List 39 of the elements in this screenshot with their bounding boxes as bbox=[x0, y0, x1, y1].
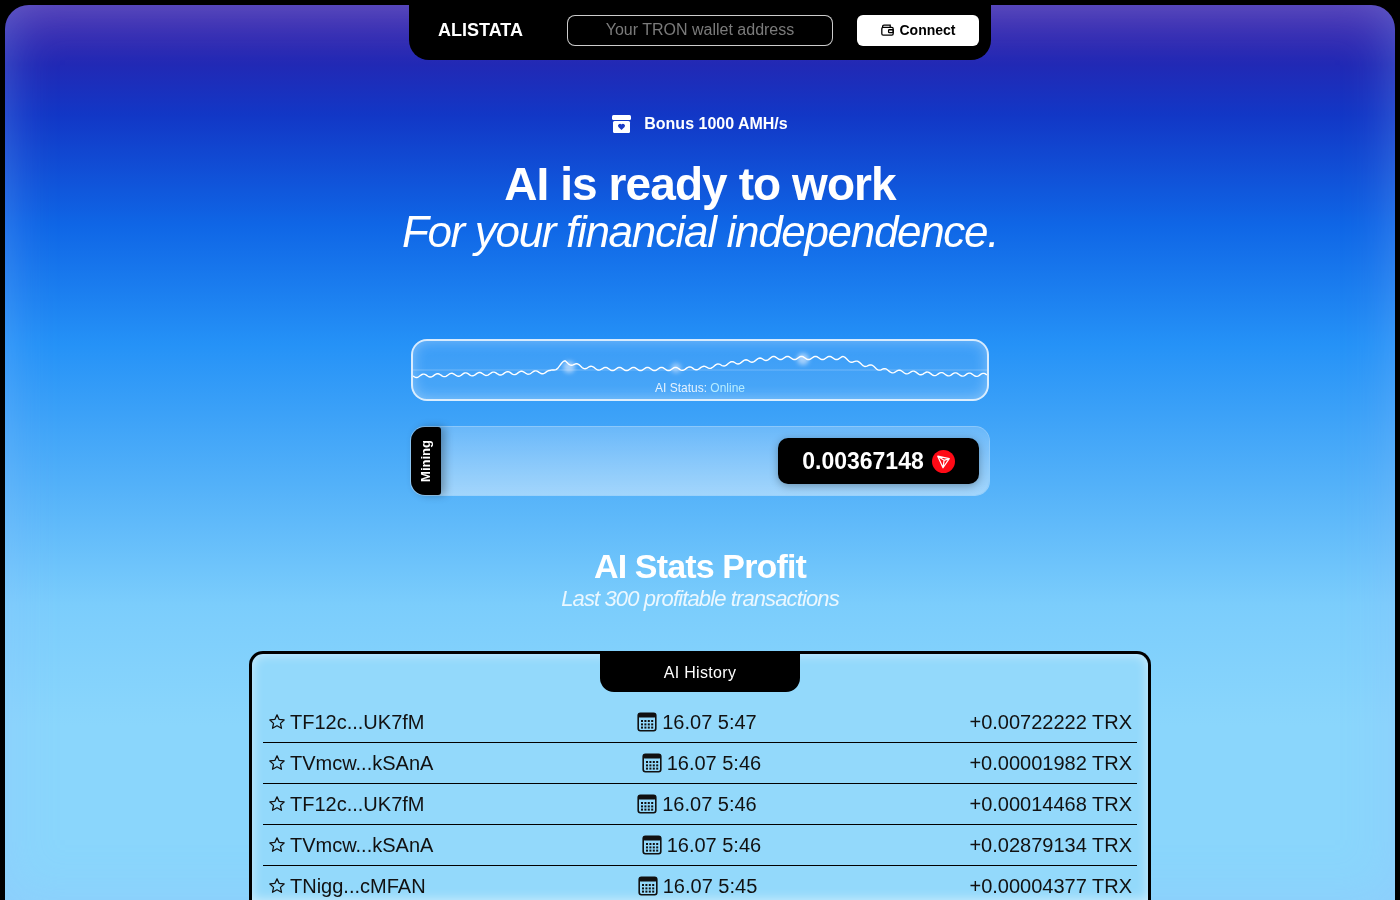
balance-value: 0.00367148 bbox=[802, 446, 924, 476]
bonus-text: Bonus 1000 AMH/s bbox=[644, 114, 788, 134]
wallet-address: TF12c...UK7fM bbox=[290, 794, 425, 814]
connect-button[interactable]: Connect bbox=[857, 14, 979, 46]
star-icon bbox=[268, 795, 286, 813]
wallet-address-field[interactable]: Your TRON wallet address bbox=[567, 14, 833, 46]
profit-amount: +0.00001982 TRX bbox=[969, 753, 1132, 773]
star-icon bbox=[268, 754, 286, 772]
wallet-address: TNigg...cMFAN bbox=[290, 876, 426, 896]
status-text: AI Status: Online bbox=[654, 381, 745, 395]
logo-text: ALISTATA bbox=[438, 18, 524, 42]
star-icon bbox=[268, 713, 286, 731]
wallet-address: TVmcw...kSAnA bbox=[290, 753, 434, 773]
coin-icon bbox=[931, 449, 955, 473]
headline: AI is ready to work bbox=[504, 160, 896, 208]
stats-title: AI Stats Profit bbox=[593, 546, 807, 586]
star-icon bbox=[268, 836, 286, 854]
stats-subtitle: Last 300 profitable transactions bbox=[561, 586, 839, 612]
transaction-time: 16.07 5:45 bbox=[662, 876, 758, 896]
calendar-icon bbox=[637, 876, 658, 896]
transaction-time: 16.07 5:46 bbox=[666, 835, 762, 855]
profit-amount: +0.00722222 TRX bbox=[969, 712, 1132, 732]
wallet-address: TVmcw...kSAnA bbox=[290, 835, 434, 855]
profit-amount: +0.00004377 TRX bbox=[969, 876, 1132, 896]
wallet-address: TF12c...UK7fM bbox=[290, 712, 425, 732]
transaction-time: 16.07 5:46 bbox=[666, 753, 762, 773]
history-heading: AI History bbox=[600, 654, 800, 692]
transaction-time: 16.07 5:46 bbox=[662, 794, 757, 814]
star-icon bbox=[268, 877, 286, 895]
gift-box-icon bbox=[612, 115, 632, 133]
wallet-icon bbox=[880, 24, 894, 36]
calendar-icon bbox=[637, 712, 658, 732]
calendar-icon bbox=[641, 753, 662, 773]
profit-amount: +0.02879134 TRX bbox=[969, 835, 1132, 855]
calendar-icon bbox=[637, 794, 658, 814]
mining-label: Mining bbox=[411, 427, 441, 495]
transaction-time: 16.07 5:47 bbox=[662, 712, 757, 732]
calendar-icon bbox=[641, 835, 662, 855]
profit-amount: +0.00014468 TRX bbox=[969, 794, 1132, 814]
